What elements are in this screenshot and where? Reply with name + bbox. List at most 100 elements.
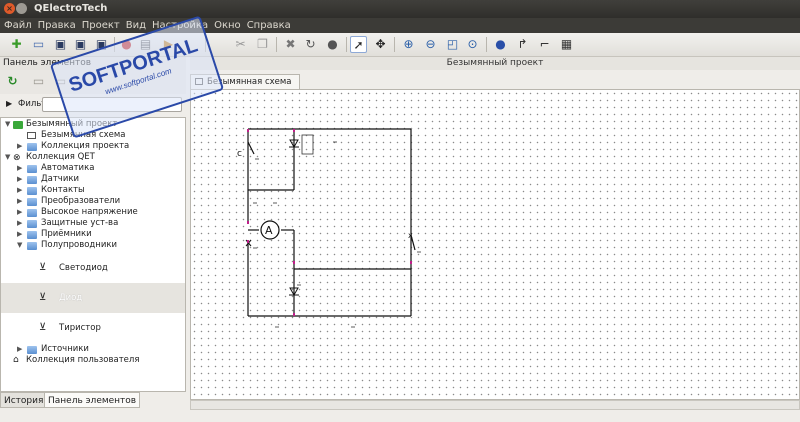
tree-label: Коллекция QET	[26, 152, 95, 162]
new-folder-icon[interactable]: ▭	[30, 73, 47, 90]
folder-icon	[27, 346, 37, 354]
folder-icon	[27, 165, 37, 173]
filter-icon: ▶	[6, 99, 13, 108]
tree-item-category[interactable]: ▶ Датчики	[1, 174, 185, 185]
schema-icon	[27, 132, 36, 139]
save-icon[interactable]: ▣	[52, 36, 69, 53]
menu-file[interactable]: Файл	[4, 18, 32, 33]
cut-icon[interactable]: ✂	[232, 36, 249, 53]
expand-icon[interactable]: ▶	[17, 229, 22, 240]
tree-label: Светодиод	[59, 263, 108, 273]
tree-item-qet-collection[interactable]: ▼ ⊗ Коллекция QET	[1, 152, 185, 163]
expand-icon[interactable]: ▶	[17, 141, 22, 152]
switch-icon[interactable]: c	[237, 141, 255, 159]
expand-icon[interactable]: ▶	[17, 163, 22, 174]
delete-icon[interactable]: ✖	[282, 36, 299, 53]
expand-icon[interactable]: ▶	[17, 218, 22, 229]
tree-element[interactable]: ⊻ Светодиод	[1, 253, 185, 283]
open-icon[interactable]: ▭	[30, 36, 47, 53]
save-as-icon[interactable]: ▣	[72, 36, 89, 53]
tree-item-category[interactable]: ▶ Защитные уст-ва	[1, 218, 185, 229]
diagram-canvas[interactable]: c A x	[190, 89, 800, 400]
expand-icon[interactable]: ▶	[17, 185, 22, 196]
window-title: QElectroTech	[34, 3, 108, 14]
ammeter-icon[interactable]: A	[260, 220, 280, 240]
menu-window[interactable]: Окно	[214, 18, 241, 33]
menu-project[interactable]: Проект	[82, 18, 120, 33]
move-mode-icon[interactable]: ✥	[372, 36, 389, 53]
zoom-out-icon[interactable]: ⊖	[422, 36, 439, 53]
zoom-in-icon[interactable]: ⊕	[400, 36, 417, 53]
home-icon: ⌂	[13, 355, 19, 365]
rotate-icon[interactable]: ↻	[302, 36, 319, 53]
menu-help[interactable]: Справка	[247, 18, 291, 33]
collapse-icon[interactable]: ▼	[5, 152, 10, 163]
folder-icon	[27, 220, 37, 228]
folder-icon	[27, 143, 37, 151]
tree-label: Контакты	[41, 185, 85, 195]
tree-item-category[interactable]: ▶ Автоматика	[1, 163, 185, 174]
tree-item-project-collection[interactable]: ▶ Коллекция проекта	[1, 141, 185, 152]
tree-item-category[interactable]: ▶ Источники	[1, 344, 185, 355]
svg-text:x: x	[408, 231, 413, 240]
menu-view[interactable]: Вид	[126, 18, 146, 33]
led-icon: ⊻	[39, 262, 47, 273]
tree-label: Высокое напряжение	[41, 207, 138, 217]
tree-label: Автоматика	[41, 163, 95, 173]
tree-element[interactable]: ⊻ Тиристор	[1, 313, 185, 343]
horizontal-scrollbar[interactable]	[190, 400, 800, 410]
minimize-window-button[interactable]	[16, 3, 27, 14]
collapse-icon[interactable]: ▼	[17, 240, 22, 251]
reload-icon[interactable]: ↻	[4, 73, 21, 90]
folder-icon	[27, 187, 37, 195]
tree-element-selected[interactable]: ⊻ Диод	[1, 283, 185, 313]
tree-label: Источники	[41, 344, 89, 354]
thyristor-icon: ⊻	[39, 322, 47, 333]
select-mode-icon[interactable]: ➚	[350, 36, 367, 53]
tree-label: Полупроводники	[41, 240, 118, 250]
add-conductor-icon[interactable]: ⌐	[536, 36, 553, 53]
project-icon	[13, 121, 23, 129]
zoom-reset-icon[interactable]: ⊙	[464, 36, 481, 53]
properties-icon[interactable]: ●	[492, 36, 509, 53]
copy-icon[interactable]: ❐	[254, 36, 271, 53]
expand-icon[interactable]: ▶	[17, 344, 22, 355]
expand-icon[interactable]: ▶	[17, 196, 22, 207]
tree-label: Диод	[59, 293, 83, 303]
ammeter-label: A	[265, 224, 273, 237]
tree-item-category[interactable]: ▼ Полупроводники	[1, 240, 185, 251]
zoom-fit-icon[interactable]: ◰	[444, 36, 461, 53]
tree-item-user-collection[interactable]: ⌂ Коллекция пользователя	[1, 355, 185, 366]
tree-item-category[interactable]: ▶ Преобразователи	[1, 196, 185, 207]
collapse-icon[interactable]: ▼	[5, 119, 10, 130]
tree-label: Коллекция пользователя	[26, 355, 140, 365]
new-project-icon[interactable]: ✚	[8, 36, 25, 53]
folder-icon	[27, 209, 37, 217]
diode-symbol-icon[interactable]	[289, 134, 314, 155]
tree-item-category[interactable]: ▶ Приёмники	[1, 229, 185, 240]
menu-edit[interactable]: Правка	[38, 18, 76, 33]
tree-item-category[interactable]: ▶ Контакты	[1, 185, 185, 196]
project-title: Безымянный проект	[190, 57, 800, 70]
tree-label: Преобразователи	[41, 196, 121, 206]
element-tree: ▼ Безымянный проект Безымянная схема ▶ К…	[0, 117, 186, 392]
circuit-diagram[interactable]: c A x	[191, 90, 799, 399]
folder-icon	[27, 242, 37, 250]
info-icon[interactable]: ●	[324, 36, 341, 53]
tree-item-category[interactable]: ▶ Высокое напряжение	[1, 207, 185, 218]
tab-elements-panel[interactable]: Панель элементов	[44, 392, 141, 408]
tree-label: Тиристор	[59, 323, 101, 333]
svg-text:c: c	[237, 149, 242, 159]
window-titlebar: × QElectroTech	[0, 0, 800, 18]
expand-icon[interactable]: ▶	[17, 174, 22, 185]
tree-label: Приёмники	[41, 229, 92, 239]
folder-icon	[27, 176, 37, 184]
expand-icon[interactable]: ▶	[17, 207, 22, 218]
folder-icon	[27, 231, 37, 239]
panel-tabs: История Панель элементов	[0, 392, 186, 408]
close-window-button[interactable]: ×	[4, 3, 15, 14]
add-text-icon[interactable]: ↱	[514, 36, 531, 53]
menu-bar: Файл Правка Проект Вид Настройка Окно Сп…	[0, 18, 800, 33]
tab-history[interactable]: История	[0, 392, 48, 408]
add-table-icon[interactable]: ▦	[558, 36, 575, 53]
